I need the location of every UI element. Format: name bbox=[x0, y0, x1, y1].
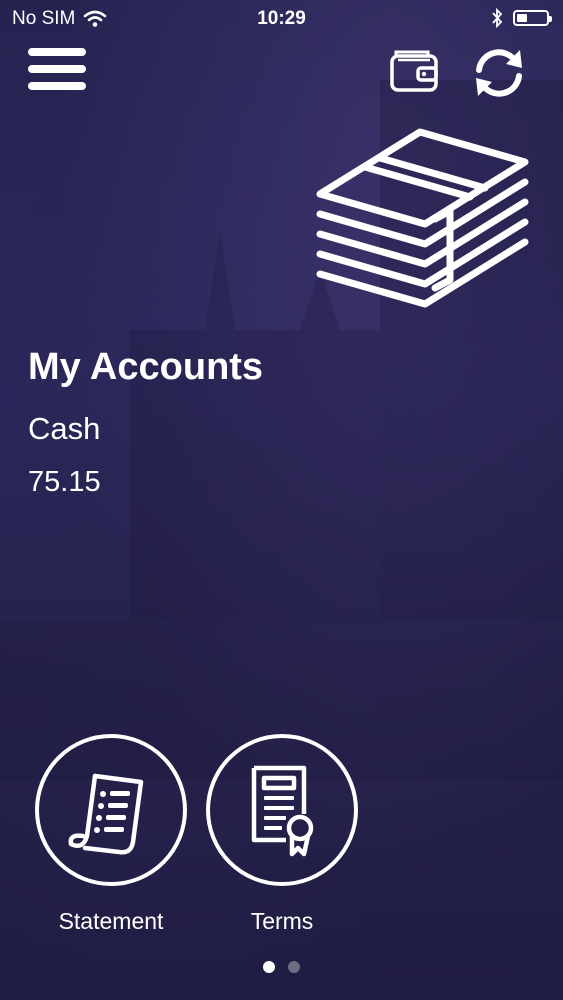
page-indicator bbox=[0, 961, 563, 973]
menu-button[interactable] bbox=[28, 48, 86, 94]
status-time: 10:29 bbox=[257, 8, 306, 29]
statement-receipt-icon bbox=[68, 773, 144, 855]
statement-button[interactable] bbox=[35, 734, 187, 886]
status-bar: No SIM 10:29 bbox=[0, 0, 563, 36]
accounts-title: My Accounts bbox=[28, 346, 264, 388]
terms-label[interactable]: Terms bbox=[197, 908, 367, 935]
menu-icon bbox=[28, 48, 86, 90]
account-balance: 75.15 bbox=[28, 466, 101, 498]
battery-icon bbox=[513, 10, 552, 26]
bluetooth-icon bbox=[492, 8, 503, 28]
account-name: Cash bbox=[28, 411, 101, 446]
wallet-icon bbox=[390, 50, 438, 92]
refresh-button[interactable] bbox=[470, 44, 528, 102]
certificate-icon bbox=[251, 765, 314, 857]
status-right bbox=[491, 8, 552, 28]
page-dot-active[interactable] bbox=[263, 961, 275, 973]
page-dot-inactive[interactable] bbox=[288, 961, 300, 973]
battery-fill bbox=[517, 14, 527, 22]
wallet-button[interactable] bbox=[388, 46, 440, 98]
refresh-icon bbox=[476, 49, 522, 97]
terms-button[interactable] bbox=[206, 734, 358, 886]
statement-label[interactable]: Statement bbox=[26, 908, 196, 935]
money-stack-icon bbox=[316, 128, 529, 308]
app-screen: No SIM 10:29 My Accounts Cash 75.15 Stat… bbox=[0, 0, 563, 1000]
